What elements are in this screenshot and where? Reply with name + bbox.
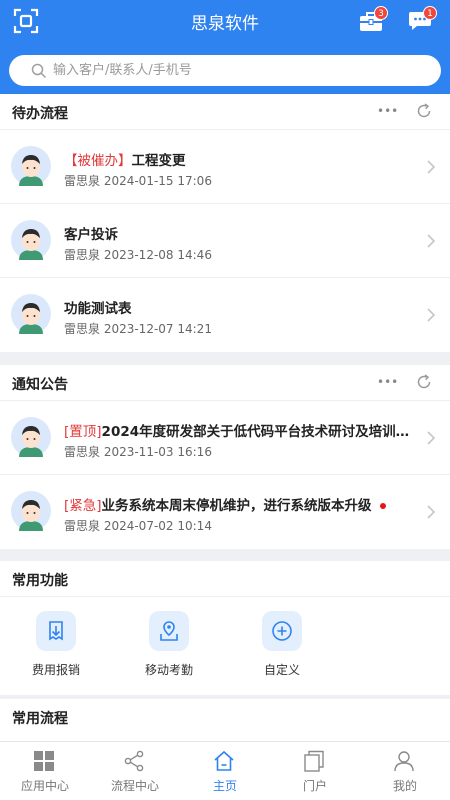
user-icon (394, 751, 414, 772)
unread-dot (379, 503, 386, 509)
notice-section: 通知公告 ••• [置顶]2024年度研发部关于低代码平台技术研讨及培训会...… (0, 365, 450, 549)
refresh-icon[interactable] (416, 103, 432, 119)
item-meta: 雷思泉 2023-12-07 14:21 (64, 322, 212, 336)
flows-section: 常用流程 (0, 699, 450, 741)
list-item[interactable]: 功能测试表 雷思泉 2023-12-07 14:21 (0, 278, 450, 352)
tab-label: 流程中心 (110, 779, 159, 793)
chevron-right-icon (427, 431, 436, 445)
avatar (11, 146, 51, 186)
flows-header: 常用流程 (0, 699, 450, 735)
functions-title: 常用功能 (12, 573, 68, 589)
message-badge: 1 (423, 6, 437, 20)
functions-grid: 费用报销 移动考勤 自定义 (0, 597, 450, 695)
portal-icon (304, 750, 324, 772)
item-tag: [置顶] (64, 424, 102, 440)
home-icon (214, 750, 234, 771)
item-meta: 雷思泉 2024-07-02 10:14 (64, 519, 212, 533)
avatar (11, 491, 51, 531)
item-meta: 雷思泉 2024-01-15 17:06 (64, 174, 212, 188)
item-title: 功能测试表 (64, 297, 132, 317)
todo-header: 待办流程 ••• (0, 94, 450, 130)
bottom-tab-bar: 应用中心 流程中心 主页 门户 我的 (0, 741, 450, 800)
chevron-right-icon (427, 308, 436, 322)
tab-portal[interactable]: 门户 (270, 742, 360, 800)
search-icon (31, 63, 47, 79)
todo-list: 【被催办】工程变更 雷思泉 2024-01-15 17:06 客户投诉 雷思泉 … (0, 130, 450, 352)
item-title-text: 客户投诉 (64, 227, 118, 243)
more-icon[interactable]: ••• (377, 104, 398, 118)
notice-header: 通知公告 ••• (0, 365, 450, 401)
item-title-text: 功能测试表 (64, 301, 132, 317)
item-title: [置顶]2024年度研发部关于低代码平台技术研讨及培训会... (64, 420, 412, 440)
tab-flow-center[interactable]: 流程中心 (90, 742, 180, 800)
item-title-text: 工程变更 (131, 153, 186, 169)
flows-title: 常用流程 (12, 711, 68, 727)
notice-list: [置顶]2024年度研发部关于低代码平台技术研讨及培训会... 雷思泉 2023… (0, 401, 450, 549)
item-meta: 雷思泉 2023-12-08 14:46 (64, 248, 212, 262)
avatar (11, 417, 51, 457)
chevron-right-icon (427, 505, 436, 519)
item-tag: 【被催办】 (64, 153, 132, 169)
list-item[interactable]: [紧急]业务系统本周末停机维护，进行系统版本升级 雷思泉 2024-07-02 … (0, 475, 450, 549)
tab-label: 我的 (392, 779, 417, 793)
share-icon (124, 750, 144, 772)
list-item[interactable]: 客户投诉 雷思泉 2023-12-08 14:46 (0, 204, 450, 278)
function-custom[interactable]: 自定义 (242, 611, 322, 678)
item-title-text: 业务系统本周末停机维护，进行系统版本升级 (101, 498, 372, 514)
function-attendance[interactable]: 移动考勤 (129, 611, 209, 678)
item-tag: [紧急] (64, 498, 102, 514)
item-title: 【被催办】工程变更 (64, 149, 186, 169)
tab-app-center[interactable]: 应用中心 (0, 742, 90, 800)
functions-section: 常用功能 费用报销 移动考勤 自定义 (0, 561, 450, 695)
expense-icon (36, 611, 76, 651)
more-icon[interactable]: ••• (377, 375, 398, 389)
function-label: 移动考勤 (144, 663, 193, 677)
function-label: 自定义 (263, 663, 300, 677)
toolbox-badge: 3 (374, 6, 388, 20)
tab-label: 门户 (302, 779, 327, 793)
notice-title: 通知公告 (12, 377, 68, 393)
search-bar[interactable] (9, 55, 441, 86)
avatar (11, 294, 51, 334)
grid-icon (34, 751, 54, 771)
tab-label: 主页 (212, 779, 237, 793)
location-icon (149, 611, 189, 651)
functions-header: 常用功能 (0, 561, 450, 597)
function-expense[interactable]: 费用报销 (16, 611, 96, 678)
chevron-right-icon (427, 160, 436, 174)
tab-mine[interactable]: 我的 (360, 742, 450, 800)
tab-home[interactable]: 主页 (180, 742, 270, 800)
refresh-icon[interactable] (416, 374, 432, 390)
chevron-right-icon (427, 234, 436, 248)
item-title: [紧急]业务系统本周末停机维护，进行系统版本升级 (64, 494, 386, 514)
item-meta: 雷思泉 2023-11-03 16:16 (64, 445, 212, 459)
app-header: 思泉软件 3 1 (0, 0, 450, 98)
search-input[interactable] (53, 55, 423, 86)
function-label: 费用报销 (31, 663, 80, 677)
avatar (11, 220, 51, 260)
item-title: 客户投诉 (64, 223, 118, 243)
plus-icon (262, 611, 302, 651)
list-item[interactable]: 【被催办】工程变更 雷思泉 2024-01-15 17:06 (0, 130, 450, 204)
todo-title: 待办流程 (12, 106, 68, 122)
todo-section: 待办流程 ••• 【被催办】工程变更 雷思泉 2024-01-15 17:06 (0, 94, 450, 352)
tab-label: 应用中心 (20, 779, 69, 793)
list-item[interactable]: [置顶]2024年度研发部关于低代码平台技术研讨及培训会... 雷思泉 2023… (0, 401, 450, 475)
item-title-text: 2024年度研发部关于低代码平台技术研讨及培训会... (101, 424, 412, 440)
